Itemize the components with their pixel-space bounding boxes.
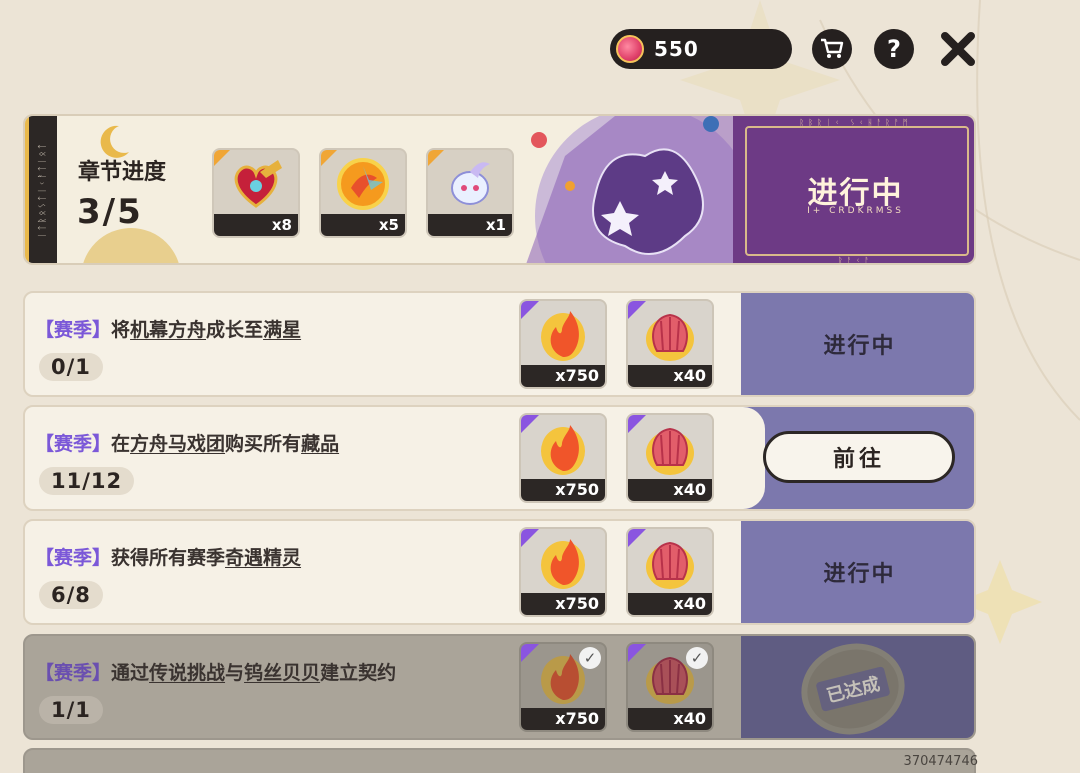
mission-link-text[interactable]: 方舟马戏团 xyxy=(130,433,225,455)
mission-progress-count: 1/1 xyxy=(39,696,103,724)
chapter-status-panel: ᚱᛒᚱᛁᚲ ᛊᚲᚺᚨᚱᚨᛗ 进行中 I+ CRDKRMSS ᚱᚨᚲᚨ xyxy=(733,116,974,265)
orange-orb-icon xyxy=(321,150,405,218)
flame-icon xyxy=(521,301,605,369)
mission-reward-item[interactable]: x40 xyxy=(626,413,714,503)
claimed-check-icon: ✓ xyxy=(686,647,708,669)
mission-text-part: 将 xyxy=(111,319,131,341)
mission-link-text[interactable]: 藏品 xyxy=(301,433,339,455)
mission-tag: 【赛季】 xyxy=(35,433,112,455)
reward-qty: x750 xyxy=(521,708,605,730)
mission-reward-item: ✓ x40 xyxy=(626,642,714,732)
reward-qty: x40 xyxy=(628,593,712,615)
mission-row: 【赛季】在方舟马戏团购买所有藏品 11/12 x750 x40 前往 xyxy=(23,405,976,511)
shell-icon xyxy=(628,301,712,369)
status-runes-bottom: ᚱᚨᚲᚨ xyxy=(837,256,874,265)
mission-status-text: 进行中 xyxy=(823,334,896,359)
completed-stamp-text: 已达成 xyxy=(815,665,891,713)
shop-cart-button[interactable] xyxy=(810,27,854,71)
completed-stamp: 已达成 xyxy=(791,636,915,738)
mission-status-zone: 进行中 xyxy=(741,521,974,623)
cart-icon xyxy=(812,29,852,69)
mission-text-part: 成长至 xyxy=(206,319,264,341)
mission-description: 【赛季】通过传说挑战与钨丝贝贝建立契约 xyxy=(35,658,396,685)
chapter-title: 章节进度 xyxy=(78,160,167,185)
mission-reward-item[interactable]: x40 xyxy=(626,527,714,617)
mission-reward-item[interactable]: x750 xyxy=(519,299,607,389)
chapter-reward-item[interactable]: x1 xyxy=(426,148,514,238)
mission-reward-item[interactable]: x750 xyxy=(519,527,607,617)
reward-qty: x750 xyxy=(521,365,605,387)
gem-coin-icon xyxy=(616,35,644,63)
mission-row: 【赛季】获得所有赛季奇遇精灵 6/8 x750 x40 进行中 xyxy=(23,519,976,625)
currency-amount: 550 xyxy=(654,37,699,61)
question-icon: ? xyxy=(874,29,914,69)
mission-link-text[interactable]: 机幕方舟 xyxy=(130,319,206,341)
mission-text-part: 建立契约 xyxy=(320,662,397,684)
mission-link-text[interactable]: 满星 xyxy=(263,319,301,341)
reward-qty: x40 xyxy=(628,365,712,387)
chapter-reward-qty: x5 xyxy=(321,214,405,236)
chapter-reward-item[interactable]: x8 xyxy=(212,148,300,238)
mission-text-part: 获得所有赛季 xyxy=(111,547,226,569)
chapter-reward-qty: x1 xyxy=(428,214,512,236)
mission-text-part: 与 xyxy=(225,662,245,684)
mission-status-text: 进行中 xyxy=(823,562,896,587)
chapter-art-spirit-illustration xyxy=(525,116,735,263)
chapter-reward-qty: x8 xyxy=(214,214,298,236)
mission-text-part: 通过 xyxy=(111,662,150,684)
close-icon xyxy=(941,32,975,66)
mission-link-text[interactable]: 传说挑战 xyxy=(149,662,225,684)
mission-link-text[interactable]: 钨丝贝贝 xyxy=(244,662,320,684)
status-runes-top: ᚱᛒᚱᛁᚲ ᛊᚲᚺᚨᚱᚨᛗ xyxy=(799,118,912,127)
banner-sun-decoration xyxy=(81,228,181,263)
mission-description: 【赛季】获得所有赛季奇遇精灵 xyxy=(35,543,301,570)
reward-qty: x750 xyxy=(521,479,605,501)
mission-text-part: 在 xyxy=(111,433,131,455)
claimed-check-icon: ✓ xyxy=(579,647,601,669)
flame-icon xyxy=(521,529,605,597)
mission-reward-item[interactable]: x40 xyxy=(626,299,714,389)
mission-status-zone: 已达成 xyxy=(741,636,974,738)
mission-action-zone: 前往 xyxy=(741,407,974,509)
shell-icon xyxy=(628,415,712,483)
heart-trumpet-icon xyxy=(214,150,298,218)
mission-tag: 【赛季】 xyxy=(35,547,112,569)
user-id-watermark: 370474746 xyxy=(903,754,978,769)
chapter-status-subtext: I+ CRDKRMSS xyxy=(807,206,904,216)
reward-qty: x40 xyxy=(628,479,712,501)
go-button[interactable]: 前往 xyxy=(763,431,955,483)
reward-qty: x40 xyxy=(628,708,712,730)
mission-status-zone: 进行中 xyxy=(741,293,974,395)
help-button[interactable]: ? xyxy=(872,27,916,71)
mission-progress-count: 11/12 xyxy=(39,467,135,495)
shell-icon xyxy=(628,529,712,597)
mission-reward-item[interactable]: x750 xyxy=(519,413,607,503)
mission-text-part: 购买所有 xyxy=(225,433,302,455)
mission-progress-count: 0/1 xyxy=(39,353,103,381)
chapter-reward-item[interactable]: x5 xyxy=(319,148,407,238)
mission-description: 【赛季】在方舟马戏团购买所有藏品 xyxy=(35,429,339,456)
spirit-wisp-icon xyxy=(428,150,512,218)
mission-row-completed: 【赛季】通过传说挑战与钨丝贝贝建立契约 1/1 ✓ x750 ✓ x40 已达成 xyxy=(23,634,976,740)
mission-link-text[interactable]: 奇遇精灵 xyxy=(225,547,301,569)
mission-tag: 【赛季】 xyxy=(35,662,112,684)
mission-row: 【赛季】将机幕方舟成长至满星 0/1 x750 x40 进行中 xyxy=(23,291,976,397)
flame-icon xyxy=(521,415,605,483)
chapter-progress-count: 3/5 xyxy=(77,192,143,232)
mission-tag: 【赛季】 xyxy=(35,319,112,341)
close-button[interactable] xyxy=(936,27,980,71)
chapter-progress-banner: ᛁᛏᚱᛟᛊᛏᛁᚲᚨᛏᛁᛟᛏ 章节进度 3/5 x8 x5 x1 ᚱᛒᚱᛁᚲ ᛊᚲ… xyxy=(23,114,976,265)
reward-qty: x750 xyxy=(521,593,605,615)
mission-progress-count: 6/8 xyxy=(39,581,103,609)
banner-side-runes: ᛁᛏᚱᛟᛊᛏᛁᚲᚨᛏᛁᛟᛏ xyxy=(25,116,57,263)
mission-row-partial xyxy=(23,748,976,773)
mission-reward-item: ✓ x750 xyxy=(519,642,607,732)
currency-display: 550 xyxy=(610,29,792,69)
mission-description: 【赛季】将机幕方舟成长至满星 xyxy=(35,315,301,342)
